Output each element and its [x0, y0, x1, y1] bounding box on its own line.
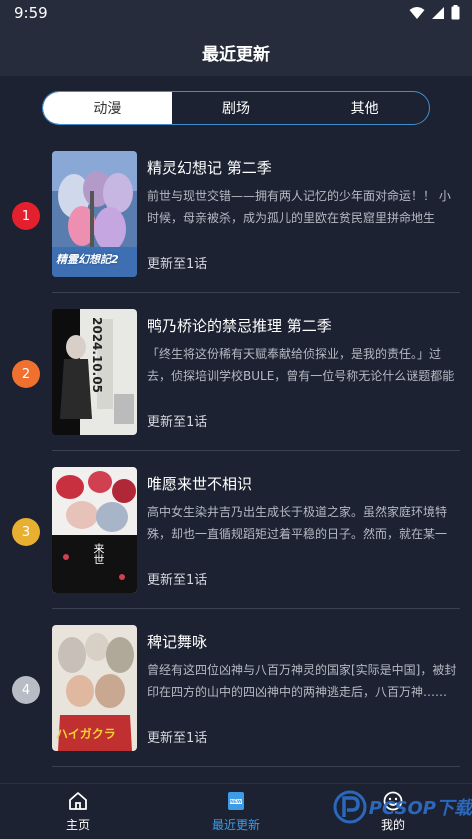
- signal-icon: [432, 6, 444, 19]
- update-list: 1 精霊幻想記2 精灵幻想记 第二季 前世与现世交错——拥有两人记忆的少年面对命…: [0, 135, 472, 767]
- cover-image[interactable]: ハイガクラ: [52, 625, 137, 751]
- tab-theater[interactable]: 剧场: [172, 92, 301, 124]
- item-description: 「终生将这份稀有天赋奉献给侦探业，是我的责任。」过去，侦探培训学校BULE，曾有…: [147, 347, 455, 383]
- cover-image[interactable]: 来世: [52, 467, 137, 593]
- home-icon: [69, 792, 87, 810]
- item-description: 高中女生染井吉乃出生成长于极道之家。虽然家庭环境特殊，却也一直循规蹈矩过着平稳的…: [147, 505, 448, 541]
- nav-home-label: 主页: [65, 818, 90, 832]
- item-title[interactable]: 唯愿来世不相识: [147, 473, 252, 494]
- header: 最近更新: [0, 28, 472, 76]
- wifi-icon: [409, 6, 425, 19]
- cover-image[interactable]: 精霊幻想記2: [52, 151, 137, 277]
- divider: [52, 766, 460, 767]
- rank-badge: 4: [12, 676, 40, 704]
- status-icons: [409, 5, 460, 20]
- list-item[interactable]: 4 ハイガクラ 稗记舞咏 曾经有这四位凶神与八百万神灵的国家[实际是中国]，被封…: [0, 609, 472, 767]
- list-item[interactable]: 3 来世 唯愿来世不相识 高中女生染井吉乃出生成长于极道之家。虽然家庭环境特殊，…: [0, 451, 472, 609]
- item-title[interactable]: 鸭乃桥论的禁忌推理 第二季: [147, 315, 332, 336]
- cover-image[interactable]: 2024.10.05: [52, 309, 137, 435]
- rank-badge: 3: [12, 518, 40, 546]
- watermark-text: PCSOP下载: [368, 798, 472, 819]
- cover-title-text: ハイガクラ: [56, 727, 116, 741]
- tab-other[interactable]: 其他: [300, 92, 429, 124]
- list-item[interactable]: 2 2024.10.05 鸭乃桥论的禁忌推理 第二季 「终生将这份稀有天赋奉献给…: [0, 293, 472, 451]
- item-title[interactable]: 稗记舞咏: [147, 631, 207, 652]
- status-time: 9:59: [14, 4, 48, 22]
- nav-home[interactable]: 主页: [38, 790, 118, 833]
- nav-recent-updates[interactable]: NEW 最近更新: [196, 790, 276, 833]
- item-description: 曾经有这四位凶神与八百万神灵的国家[实际是中国]，被封印在四方的山中的四凶神中的…: [147, 663, 457, 699]
- watermark-logo-icon: [333, 790, 367, 824]
- item-title[interactable]: 精灵幻想记 第二季: [147, 157, 272, 178]
- page-title: 最近更新: [202, 44, 270, 65]
- cover-title-text: 精霊幻想記2: [56, 253, 119, 266]
- rank-badge: 1: [12, 202, 40, 230]
- svg-text:NEW: NEW: [230, 799, 242, 805]
- item-update-status: 更新至1话: [147, 415, 208, 430]
- status-bar: 9:59: [0, 0, 472, 28]
- item-update-status: 更新至1话: [147, 573, 208, 588]
- cover-title-text: 2024.10.05: [90, 317, 104, 393]
- new-icon: NEW: [228, 792, 244, 810]
- rank-badge: 2: [12, 360, 40, 388]
- watermark: PCSOP下载: [333, 790, 472, 824]
- tab-anime[interactable]: 动漫: [43, 92, 172, 124]
- cover-title-text: 来世: [92, 543, 105, 565]
- battery-icon: [451, 5, 460, 20]
- category-tabs: 动漫 剧场 其他: [42, 91, 430, 125]
- item-description: 前世与现世交错——拥有两人记忆的少年面对命运！！ 小时候，母亲被杀，成为孤儿的里…: [147, 189, 451, 225]
- item-update-status: 更新至1话: [147, 731, 208, 746]
- nav-recent-updates-label: 最近更新: [211, 818, 260, 832]
- item-update-status: 更新至1话: [147, 257, 208, 272]
- list-item[interactable]: 1 精霊幻想記2 精灵幻想记 第二季 前世与现世交错——拥有两人记忆的少年面对命…: [0, 135, 472, 293]
